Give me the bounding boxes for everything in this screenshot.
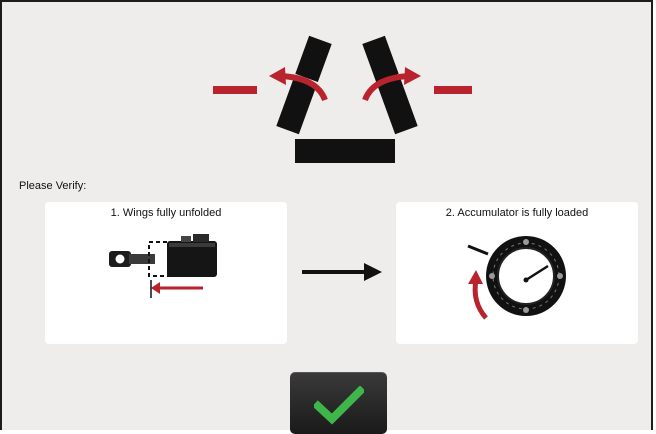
check-title-accumulator: 2. Accumulator is fully loaded xyxy=(445,207,589,219)
checkmark-icon xyxy=(314,386,364,425)
check-title-wings: 1. Wings fully unfolded xyxy=(110,207,222,219)
hydraulic-cylinder-icon xyxy=(109,234,217,298)
confirm-button[interactable] xyxy=(290,372,387,434)
check-card-wings: 1. Wings fully unfolded xyxy=(45,202,287,344)
pressure-gauge-icon xyxy=(467,236,566,320)
verify-label: Please Verify: xyxy=(19,180,87,192)
check-card-accumulator: 2. Accumulator is fully loaded xyxy=(396,202,638,344)
base-bar xyxy=(295,139,395,163)
wings-unfolding-icon xyxy=(213,35,472,163)
right-limit-dash xyxy=(434,86,472,94)
arrow-right-icon xyxy=(302,263,382,281)
left-limit-dash xyxy=(213,86,257,94)
verification-screen: Please Verify: 1. Wings fully unfolded 2… xyxy=(0,0,653,434)
